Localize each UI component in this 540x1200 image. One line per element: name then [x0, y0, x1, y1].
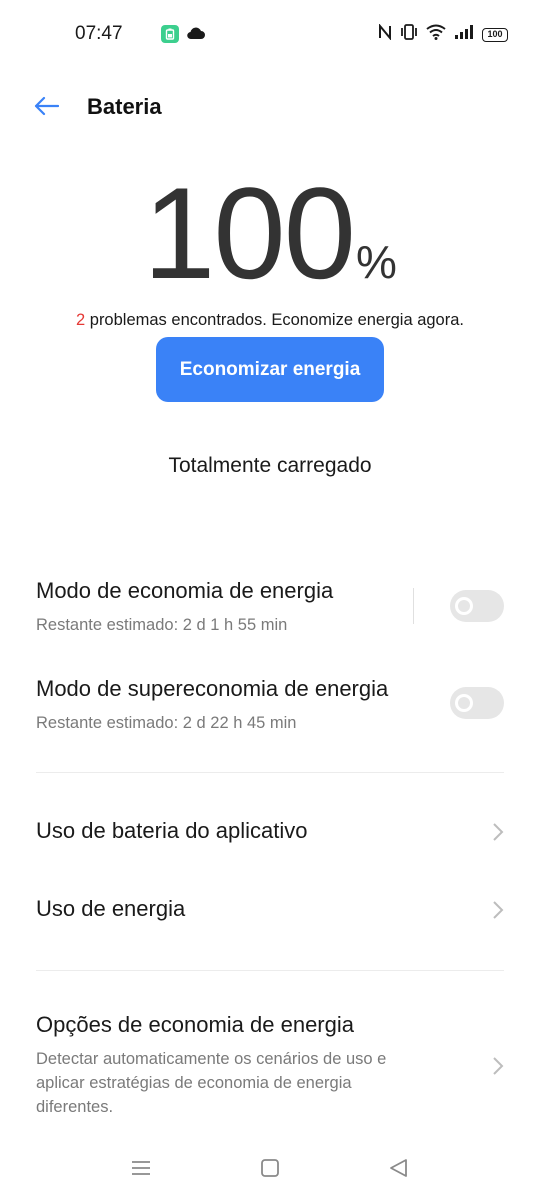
arrow-left-icon — [33, 96, 60, 121]
energy-usage-title: Uso de energia — [36, 896, 186, 921]
battery-saver-notification-icon — [161, 25, 179, 43]
battery-percentage: 100% — [0, 168, 540, 298]
power-saving-mode-title: Modo de economia de energia — [36, 578, 334, 603]
navigation-bar — [0, 1140, 540, 1200]
nfc-icon — [378, 23, 392, 45]
back-button[interactable] — [28, 90, 64, 126]
chevron-right-icon — [492, 1056, 504, 1081]
menu-icon — [131, 1160, 151, 1181]
vertical-separator — [413, 588, 414, 624]
toggle-knob — [455, 694, 473, 712]
app-battery-usage-title: Uso de bateria do aplicativo — [36, 818, 308, 843]
power-saving-options-row[interactable]: Opções de economia de energia Detectar a… — [36, 1012, 504, 1122]
cloud-icon — [186, 26, 206, 45]
toggle-knob — [455, 597, 473, 615]
home-button[interactable] — [255, 1155, 285, 1185]
power-saving-mode-row[interactable]: Modo de economia de energia Restante est… — [36, 578, 504, 640]
problems-message: 2 problemas encontrados. Economize energ… — [0, 311, 540, 330]
super-power-saving-mode-toggle[interactable] — [450, 687, 504, 719]
power-saving-options-title: Opções de economia de energia — [36, 1012, 354, 1037]
charge-status: Totalmente carregado — [168, 454, 372, 477]
divider — [36, 970, 504, 971]
chevron-right-icon — [492, 822, 504, 847]
energy-usage-row[interactable]: Uso de energia — [36, 896, 504, 928]
super-power-saving-mode-estimate: Restante estimado: 2 d 22 h 45 min — [36, 714, 297, 732]
wifi-icon — [426, 24, 446, 45]
home-icon — [261, 1158, 279, 1182]
chevron-right-icon — [492, 900, 504, 925]
power-saving-options-description: Detectar automaticamente os cenários de … — [36, 1050, 387, 1116]
page-title: Bateria — [87, 94, 162, 119]
status-bar: 07:47 100 — [0, 0, 540, 70]
signal-icon — [454, 24, 474, 45]
status-icons: 100 — [378, 23, 508, 45]
app-battery-usage-row[interactable]: Uso de bateria do aplicativo — [36, 818, 504, 850]
battery-icon: 100 — [482, 27, 508, 42]
back-icon — [388, 1158, 408, 1183]
super-power-saving-mode-title: Modo de supereconomia de energia — [36, 676, 389, 701]
problems-count: 2 — [75, 311, 86, 329]
percent-sign: % — [356, 236, 397, 288]
super-power-saving-mode-row[interactable]: Modo de supereconomia de energia Restant… — [36, 676, 504, 738]
recent-apps-button[interactable] — [126, 1155, 156, 1185]
vibrate-icon — [400, 24, 418, 45]
power-saving-mode-estimate: Restante estimado: 2 d 1 h 55 min — [36, 616, 288, 634]
save-energy-button[interactable]: Economizar energia — [156, 337, 384, 402]
status-time: 07:47 — [75, 23, 123, 44]
system-back-button[interactable] — [383, 1155, 413, 1185]
problems-text: problemas encontrados. Economize energia… — [89, 311, 464, 329]
battery-percent-value: 100 — [143, 160, 356, 306]
power-saving-mode-toggle[interactable] — [450, 590, 504, 622]
divider — [36, 772, 504, 773]
